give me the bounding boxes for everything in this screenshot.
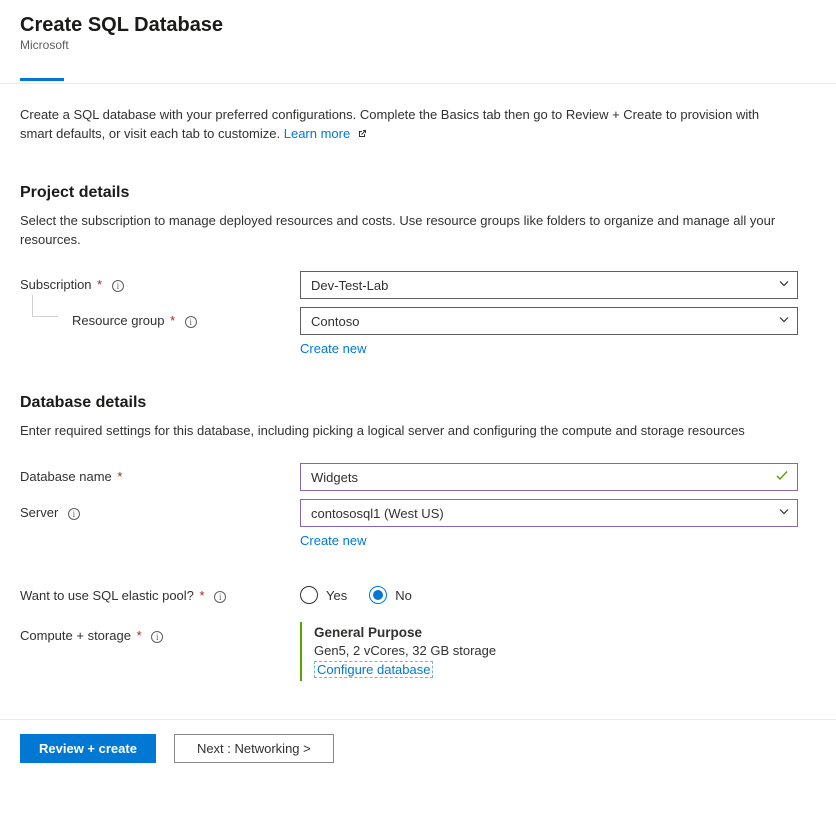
elastic-no-label: No [395, 588, 412, 603]
section-database-desc: Enter required settings for this databas… [20, 422, 790, 441]
radio-checked-icon [369, 586, 387, 604]
intro-body: Create a SQL database with your preferre… [20, 107, 759, 141]
db-name-input[interactable] [300, 463, 798, 491]
learn-more-label: Learn more [284, 126, 350, 141]
intro-text: Create a SQL database with your preferre… [20, 106, 780, 146]
required-star: * [137, 628, 142, 643]
compute-tier-desc: Gen5, 2 vCores, 32 GB storage [314, 643, 798, 658]
subscription-select[interactable] [300, 271, 798, 299]
create-new-rg-link[interactable]: Create new [300, 341, 366, 356]
info-icon[interactable]: i [112, 280, 124, 292]
footer-actions: Review + create Next : Networking > [0, 719, 836, 777]
elastic-pool-label: Want to use SQL elastic pool? * i [20, 582, 300, 603]
review-create-button[interactable]: Review + create [20, 734, 156, 763]
compute-storage-label: Compute + storage * i [20, 622, 300, 643]
tab-basics-indicator[interactable] [20, 78, 64, 81]
next-networking-button[interactable]: Next : Networking > [174, 734, 334, 763]
required-star: * [170, 313, 175, 328]
hierarchy-elbow-icon [32, 295, 58, 317]
section-database-heading: Database details [20, 394, 816, 412]
row-resource-group: Resource group * i Create new [20, 307, 816, 356]
configure-database-link[interactable]: Configure database [314, 661, 433, 678]
page-subtitle: Microsoft [20, 38, 816, 52]
db-name-field-wrap [300, 463, 798, 491]
info-icon[interactable]: i [68, 508, 80, 520]
db-name-label: Database name * [20, 463, 300, 484]
elastic-no-option[interactable]: No [369, 586, 412, 604]
form-content: Create a SQL database with your preferre… [0, 84, 836, 719]
row-compute-storage: Compute + storage * i General Purpose Ge… [20, 622, 816, 681]
server-label: Server i [20, 499, 300, 520]
tab-strip [0, 68, 836, 84]
row-server: Server i Create new [20, 499, 816, 548]
subscription-label: Subscription * i [20, 271, 300, 292]
info-icon[interactable]: i [214, 591, 226, 603]
required-star: * [117, 469, 122, 484]
section-project-heading: Project details [20, 184, 816, 202]
learn-more-link[interactable]: Learn more [284, 126, 368, 141]
info-icon[interactable]: i [151, 631, 163, 643]
elastic-yes-option[interactable]: Yes [300, 586, 347, 604]
radio-icon [300, 586, 318, 604]
section-project-desc: Select the subscription to manage deploy… [20, 212, 790, 250]
resource-group-select[interactable] [300, 307, 798, 335]
compute-summary: General Purpose Gen5, 2 vCores, 32 GB st… [300, 622, 798, 681]
compute-tier-title: General Purpose [314, 625, 798, 640]
resource-group-value[interactable] [300, 307, 798, 335]
page-title: Create SQL Database [20, 14, 816, 37]
elastic-yes-label: Yes [326, 588, 347, 603]
row-db-name: Database name * [20, 463, 816, 491]
elastic-pool-radiogroup: Yes No [300, 582, 798, 604]
subscription-value[interactable] [300, 271, 798, 299]
required-star: * [200, 588, 205, 603]
page-header: Create SQL Database Microsoft [0, 0, 836, 58]
row-subscription: Subscription * i [20, 271, 816, 299]
required-star: * [97, 277, 102, 292]
external-link-icon [356, 127, 368, 146]
resource-group-label: Resource group * i [20, 307, 300, 328]
create-new-server-link[interactable]: Create new [300, 533, 366, 548]
server-value[interactable] [300, 499, 798, 527]
row-elastic-pool: Want to use SQL elastic pool? * i Yes No [20, 582, 816, 604]
server-select[interactable] [300, 499, 798, 527]
info-icon[interactable]: i [185, 316, 197, 328]
